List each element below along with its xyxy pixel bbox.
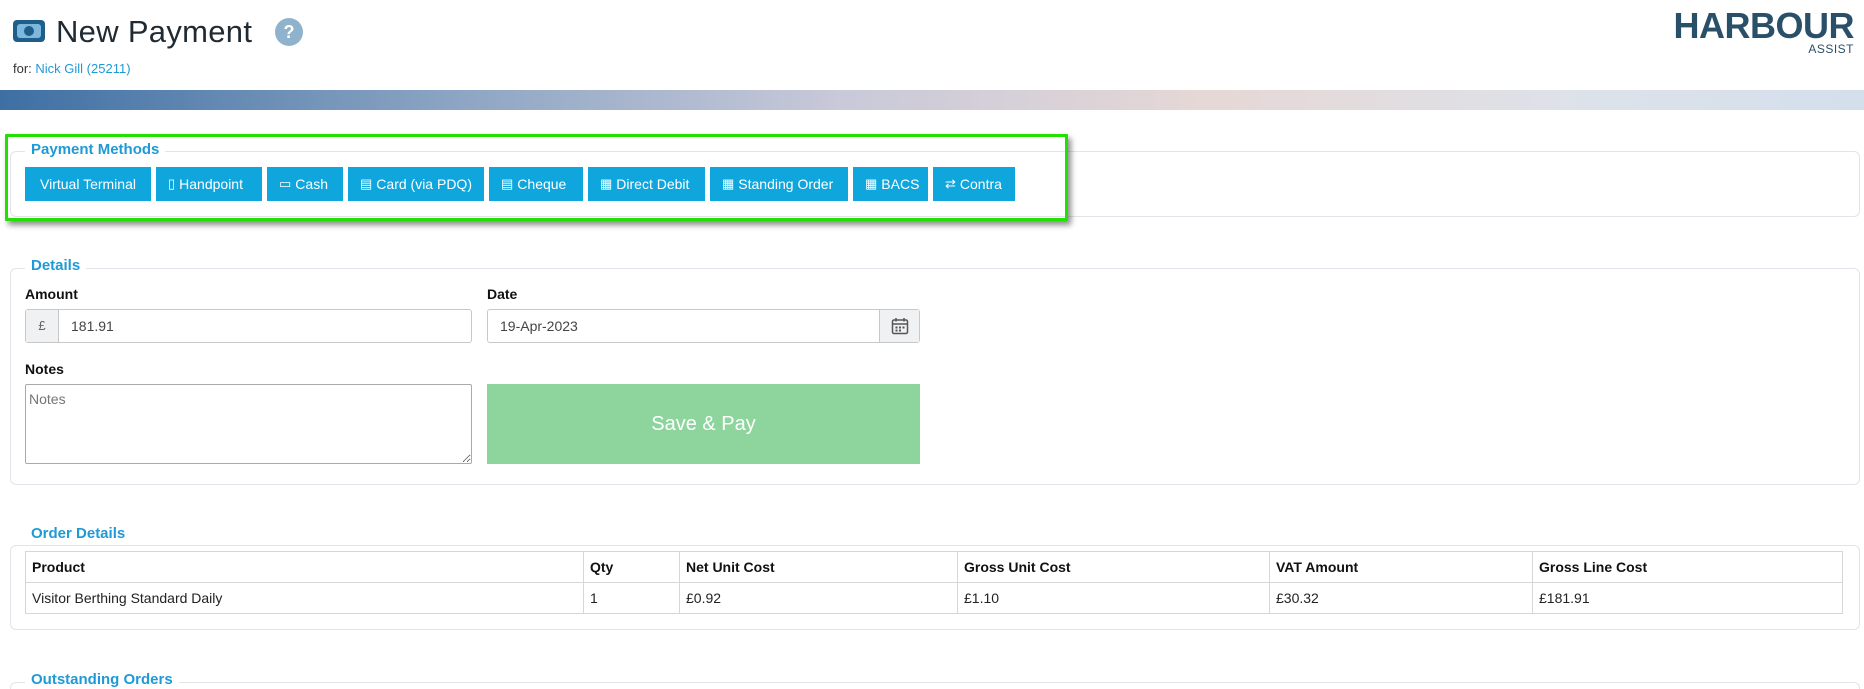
table-cell: 1 [583, 582, 680, 614]
virtual-terminal-label: Virtual Terminal [40, 176, 136, 192]
credit-card-icon: ▤ [360, 176, 373, 191]
column-header: Gross Unit Cost [957, 551, 1270, 583]
save-and-pay-button[interactable]: Save & Pay [487, 384, 920, 464]
handpoint-label: Handpoint [179, 176, 243, 192]
swap-icon: ⇄ [945, 176, 956, 191]
bacs-label: BACS [881, 176, 920, 192]
cheque-label: Cheque [517, 176, 567, 192]
cash-label: Cash [295, 176, 328, 192]
bacs-button[interactable]: ▦ BACS [853, 167, 928, 201]
date-input[interactable]: 19-Apr-2023 [488, 310, 879, 342]
money-icon [13, 20, 45, 42]
brand-logo: HARBOUR ASSIST [1673, 5, 1855, 57]
details-legend: Details [25, 257, 87, 274]
cheque-icon: ▤ [501, 176, 514, 191]
mobile-terminal-icon: ▯ [168, 176, 176, 191]
virtual-terminal-button[interactable]: Virtual Terminal [25, 167, 151, 201]
direct-debit-label: Direct Debit [616, 176, 690, 192]
column-header: Product [25, 551, 584, 583]
table-header-row: Product Qty Net Unit Cost Gross Unit Cos… [25, 551, 1843, 583]
date-label: Date [487, 286, 518, 302]
table-row: Visitor Berthing Standard Daily 1 £0.92 … [25, 582, 1843, 614]
calendar-icon: ▦ [865, 176, 878, 191]
calendar-button[interactable] [879, 310, 919, 342]
standing-order-label: Standing Order [738, 176, 834, 192]
brand-name: HARBOUR [1673, 5, 1855, 46]
cash-icon: ▭ [279, 176, 292, 191]
column-header: VAT Amount [1269, 551, 1533, 583]
calendar-icon: ▦ [722, 176, 735, 191]
contra-button[interactable]: ⇄ Contra [933, 167, 1015, 201]
page-header: New Payment ? for: Nick Gill (25211) HAR… [0, 0, 1864, 90]
order-details-legend: Order Details [25, 525, 132, 542]
card-pdq-button[interactable]: ▤ Card (via PDQ) [348, 167, 484, 201]
date-field[interactable]: 19-Apr-2023 [487, 309, 920, 343]
handpoint-button[interactable]: ▯ Handpoint [156, 167, 262, 201]
page-title: New Payment [56, 14, 253, 49]
amount-field[interactable]: £ 181.91 [25, 309, 472, 343]
table-cell: £181.91 [1532, 582, 1843, 614]
table-cell: £30.32 [1269, 582, 1533, 614]
outstanding-orders-legend: Outstanding Orders [25, 671, 179, 688]
for-line: for: Nick Gill (25211) [13, 61, 131, 76]
table-cell: £0.92 [679, 582, 958, 614]
calendar-icon [891, 318, 908, 335]
contra-label: Contra [959, 176, 1002, 192]
table-cell: Visitor Berthing Standard Daily [25, 582, 584, 614]
column-header: Qty [583, 551, 680, 583]
notes-field[interactable] [25, 384, 472, 464]
standing-order-button[interactable]: ▦ Standing Order [710, 167, 848, 201]
outstanding-orders-panel [10, 682, 1860, 689]
card-pdq-label: Card (via PDQ) [376, 176, 472, 192]
header-gradient-bar [0, 90, 1864, 110]
payment-methods-legend: Payment Methods [25, 141, 166, 158]
column-header: Net Unit Cost [679, 551, 958, 583]
calendar-icon: ▦ [600, 176, 613, 191]
currency-prefix: £ [26, 310, 59, 342]
column-header: Gross Line Cost [1532, 551, 1843, 583]
cash-button[interactable]: ▭ Cash [267, 167, 343, 201]
direct-debit-button[interactable]: ▦ Direct Debit [588, 167, 705, 201]
amount-input[interactable]: 181.91 [59, 310, 471, 342]
member-link[interactable]: Nick Gill (25211) [35, 61, 130, 76]
cheque-button[interactable]: ▤ Cheque [489, 167, 583, 201]
amount-label: Amount [25, 286, 78, 302]
notes-label: Notes [25, 361, 64, 377]
for-prefix: for: [13, 61, 36, 76]
payment-method-buttons: Virtual Terminal ▯ Handpoint ▭ Cash ▤ Ca… [25, 167, 1015, 201]
help-icon[interactable]: ? [275, 18, 303, 46]
table-cell: £1.10 [957, 582, 1270, 614]
order-details-table: Product Qty Net Unit Cost Gross Unit Cos… [25, 551, 1843, 614]
